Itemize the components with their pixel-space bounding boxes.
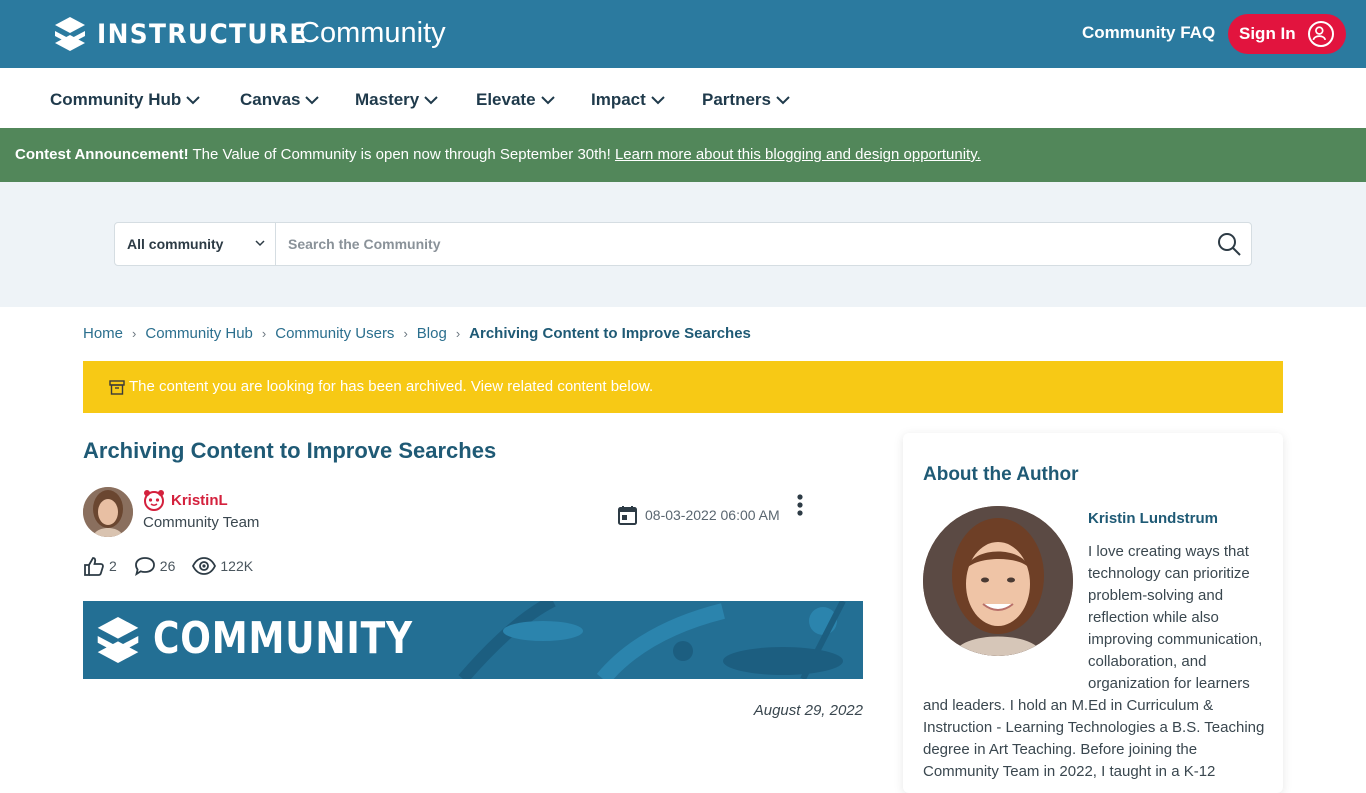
community-faq-link[interactable]: Community FAQ	[1082, 23, 1215, 43]
red-panda-rank-icon	[144, 490, 164, 511]
nav-item-elevate[interactable]: Elevate	[476, 90, 555, 110]
search-icon	[1218, 233, 1241, 256]
author-avatar-image	[83, 487, 133, 537]
comments-stat[interactable]: 26	[134, 556, 176, 576]
contest-learn-more-link[interactable]: Learn more about this blogging and desig…	[615, 146, 981, 163]
breadcrumb-separator-icon: ›	[403, 326, 408, 341]
chevron-down-icon	[305, 95, 320, 104]
thumbs-up-icon	[84, 557, 104, 576]
archived-notice-text: The content you are looking for has been…	[129, 378, 654, 395]
calendar-icon	[618, 506, 637, 525]
views-count: 122K	[220, 558, 254, 574]
nav-item-canvas[interactable]: Canvas	[240, 90, 320, 110]
chevron-down-icon	[186, 95, 200, 104]
breadcrumb-separator-icon: ›	[261, 326, 267, 341]
sign-in-label: Sign In	[1239, 24, 1296, 43]
search-section: All community	[0, 182, 1366, 307]
author-row: KristinL	[143, 489, 228, 511]
author-role: Community Team	[143, 514, 260, 531]
contest-text: The Value of Community is open now throu…	[188, 146, 615, 163]
breadcrumb-blog[interactable]: Blog	[417, 325, 447, 342]
bio-float-spacer	[923, 541, 1088, 693]
brand-wordmark: INSTRUCTURE	[97, 18, 308, 50]
nav-item-label: Canvas	[240, 90, 301, 109]
comments-count: 26	[159, 558, 176, 574]
chevron-down-icon	[424, 95, 438, 104]
search-button[interactable]	[1215, 231, 1243, 259]
nav-item-label: Mastery	[355, 90, 420, 109]
about-author-name-link[interactable]: Kristin Lundstrum	[1088, 510, 1218, 527]
search-scope-select[interactable]: All community	[115, 223, 276, 265]
sign-in-button[interactable]: Sign In	[1228, 14, 1346, 54]
author-avatar[interactable]	[83, 487, 133, 537]
brand-community-label: Community	[299, 17, 446, 49]
contest-announcement-banner: Contest Announcement! The Value of Commu…	[0, 128, 1366, 182]
contest-heading: Contest Announcement!	[15, 146, 189, 163]
search-bar: All community	[114, 222, 1252, 266]
chevron-down-icon	[540, 95, 555, 104]
search-input[interactable]	[277, 223, 1207, 265]
user-icon	[1308, 21, 1334, 47]
nav-item-impact[interactable]: Impact	[591, 90, 665, 110]
chevron-down-icon	[651, 95, 665, 104]
breadcrumb-current: Archiving Content to Improve Searches	[469, 325, 751, 342]
breadcrumb-home[interactable]: Home	[83, 325, 123, 342]
breadcrumb-separator-icon: ›	[455, 326, 461, 341]
breadcrumb-separator-icon: ›	[132, 326, 137, 341]
breadcrumb: Home › Community Hub › Community Users ›…	[83, 325, 751, 342]
eye-icon	[192, 557, 217, 575]
top-bar: INSTRUCTURE Community Community FAQ Sign…	[0, 0, 1366, 68]
article-datetime: 08-03-2022 06:00 AM	[618, 505, 780, 525]
breadcrumb-community-users[interactable]: Community Users	[275, 325, 394, 342]
views-stat: 122K	[192, 557, 253, 575]
main-nav: Community Hub Canvas Mastery Elevate Imp…	[0, 68, 1366, 128]
comment-bubble-icon	[134, 557, 155, 576]
chevron-down-icon	[776, 95, 790, 104]
kudos-stat[interactable]: 2	[83, 556, 117, 576]
nav-item-label: Partners	[702, 90, 771, 109]
article-stats: 2 26 122K	[83, 556, 270, 576]
post-date: August 29, 2022	[753, 702, 863, 719]
nav-item-label: Community Hub	[50, 90, 182, 109]
nav-item-label: Elevate	[476, 90, 536, 109]
nav-item-partners[interactable]: Partners	[702, 90, 790, 110]
kudos-count: 2	[109, 558, 117, 574]
hero-community-wordmark: COMMUNITY	[153, 613, 414, 664]
author-name-link[interactable]: KristinL	[171, 492, 228, 509]
archive-box-icon	[109, 379, 125, 395]
about-author-bio: I love creating ways that technology can…	[923, 541, 1268, 783]
archived-notice: The content you are looking for has been…	[83, 361, 1283, 413]
nav-item-label: Impact	[591, 90, 646, 109]
breadcrumb-community-hub[interactable]: Community Hub	[145, 325, 253, 342]
instructure-logo-icon	[55, 17, 85, 51]
brand-logo-link[interactable]: INSTRUCTURE Community	[55, 14, 446, 54]
about-author-card: About the Author Kristin Lundstrum I lov…	[903, 433, 1283, 793]
about-author-title: About the Author	[923, 464, 1079, 485]
search-scope-value: All community	[127, 236, 224, 252]
nav-item-community-hub[interactable]: Community Hub	[50, 90, 200, 110]
chevron-down-icon	[255, 240, 265, 247]
article-title: Archiving Content to Improve Searches	[83, 438, 497, 463]
more-options-icon[interactable]	[792, 493, 808, 519]
article-datetime-text: 08-03-2022 06:00 AM	[645, 507, 780, 523]
community-logo-icon	[97, 617, 139, 663]
nav-item-mastery[interactable]: Mastery	[355, 90, 438, 110]
community-hero-banner: COMMUNITY	[83, 601, 863, 679]
